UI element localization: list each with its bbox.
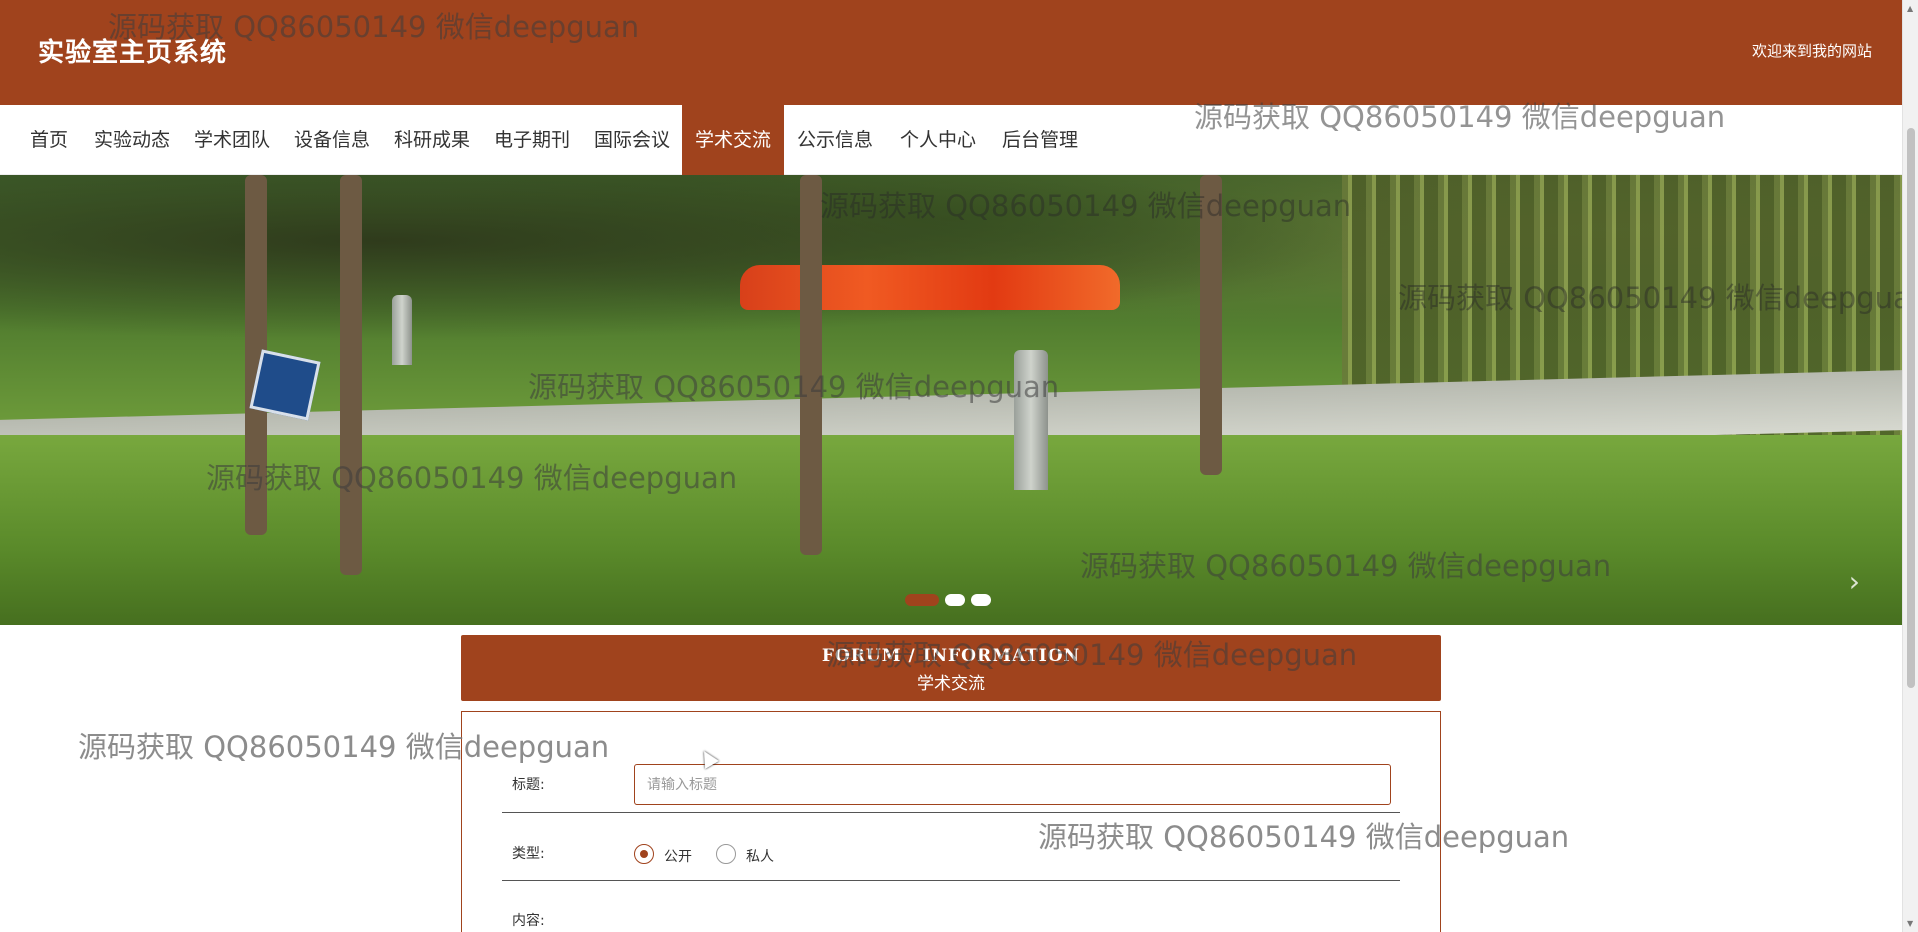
content-label: 内容: — [512, 913, 545, 929]
nav-item-academic-exchange[interactable]: 学术交流 — [682, 105, 784, 175]
type-private-label[interactable]: 私人 — [746, 846, 774, 866]
carousel-dot-3[interactable] — [971, 594, 991, 606]
type-label: 类型: — [512, 846, 545, 862]
nav-item-intl-conference[interactable]: 国际会议 — [588, 105, 676, 175]
nav-item-equipment[interactable]: 设备信息 — [288, 105, 376, 175]
banner-tree — [340, 175, 362, 575]
main-nav: 首页 实验动态 学术团队 设备信息 科研成果 电子期刊 国际会议 学术交流 公示… — [0, 105, 1902, 175]
welcome-text: 欢迎来到我的网站 — [1751, 42, 1872, 60]
nav-item-research-results[interactable]: 科研成果 — [388, 105, 476, 175]
nav-item-public-notice[interactable]: 公示信息 — [790, 105, 880, 175]
banner-signboard — [249, 349, 321, 421]
section-title-en: FORUM / INFORMATION — [821, 646, 1081, 666]
banner-carousel[interactable]: › — [0, 175, 1902, 625]
scroll-down-arrow-icon[interactable]: ▼ — [1907, 919, 1913, 928]
banner-tree — [800, 175, 822, 555]
carousel-dot-1[interactable] — [905, 594, 939, 606]
banner-lamp — [1014, 350, 1048, 490]
banner-next-arrow-icon[interactable]: › — [1849, 565, 1860, 598]
nav-item-admin[interactable]: 后台管理 — [994, 105, 1086, 175]
nav-item-lab-news[interactable]: 实验动态 — [88, 105, 176, 175]
scroll-thumb[interactable] — [1907, 128, 1915, 688]
site-header: 实验室主页系统 欢迎来到我的网站 — [0, 0, 1902, 105]
nav-item-academic-team[interactable]: 学术团队 — [188, 105, 276, 175]
nav-item-home[interactable]: 首页 — [18, 105, 80, 175]
banner-lamp — [392, 295, 412, 365]
title-input[interactable] — [634, 764, 1391, 805]
type-private-radio[interactable] — [716, 844, 736, 864]
carousel-dot-2[interactable] — [945, 594, 965, 606]
page-scrollbar[interactable]: ▲ ▼ — [1902, 0, 1918, 932]
nav-item-personal-center[interactable]: 个人中心 — [892, 105, 984, 175]
banner-tree — [1200, 175, 1222, 475]
scroll-up-arrow-icon[interactable]: ▲ — [1907, 4, 1913, 13]
site-title[interactable]: 实验室主页系统 — [38, 32, 227, 69]
title-label: 标题: — [512, 777, 545, 793]
type-public-label[interactable]: 公开 — [664, 846, 692, 866]
section-title-cn: 学术交流 — [917, 674, 985, 694]
banner-flowerbed — [740, 265, 1120, 310]
nav-item-e-journal[interactable]: 电子期刊 — [488, 105, 576, 175]
post-form: 标题: 类型: 公开 私人 内容: — [461, 711, 1441, 932]
type-public-radio[interactable] — [634, 844, 654, 864]
forum-section-header: FORUM / INFORMATION 学术交流 — [461, 635, 1441, 701]
